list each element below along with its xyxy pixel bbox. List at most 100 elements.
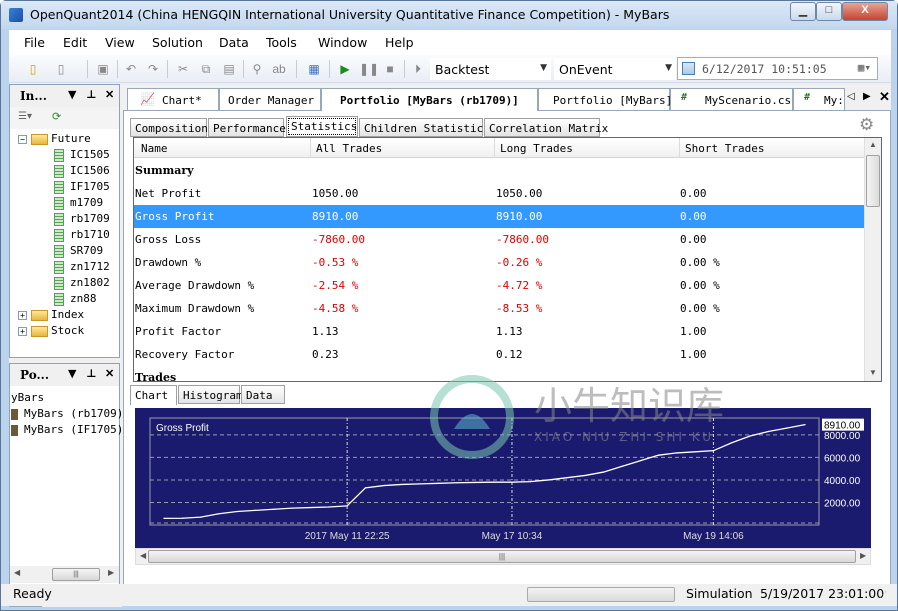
gross-profit-chart[interactable]: 2000.00 4000.00 6000.00 8000.00 2017 May 11 … bbox=[135, 408, 871, 548]
table-row[interactable]: Gross Loss -7860.00 -7860.00 0.00 bbox=[134, 228, 865, 251]
menu-file[interactable]: File bbox=[24, 35, 45, 50]
new-icon[interactable]: ▯ bbox=[25, 61, 41, 77]
resize-grip-icon[interactable]: ⋰ bbox=[879, 590, 887, 599]
tree-node-index[interactable]: + Index bbox=[18, 307, 84, 323]
expand-icon[interactable]: + bbox=[18, 310, 27, 320]
menu-window[interactable]: Window bbox=[318, 35, 367, 50]
datetime-picker[interactable]: 6/12/2017 10:51:05 ▦▾ bbox=[677, 57, 878, 80]
pane-menu-icon[interactable]: ▼ bbox=[68, 367, 76, 380]
grid-vscrollbar[interactable]: ▲ ▼ bbox=[864, 138, 881, 381]
scroll-thumb[interactable]: ||| bbox=[148, 550, 856, 563]
tree-item[interactable]: SR709 bbox=[54, 243, 103, 259]
tree-item[interactable]: IF1705 bbox=[54, 179, 110, 195]
column-header-all-trades[interactable]: All Trades bbox=[316, 142, 382, 155]
pane-close-icon[interactable]: ✕ bbox=[105, 367, 114, 380]
pin-icon[interactable]: ⊥ bbox=[86, 367, 97, 380]
open-icon[interactable]: ▯ bbox=[53, 61, 69, 77]
scroll-left-icon[interactable]: ◀ bbox=[140, 551, 146, 560]
pin-icon[interactable]: ⊥ bbox=[86, 88, 97, 101]
collapse-icon[interactable]: − bbox=[18, 134, 27, 144]
tree-node-stock[interactable]: + Stock bbox=[18, 323, 84, 339]
tab-chart[interactable]: 📈 Chart* bbox=[127, 88, 219, 111]
portfolio-root[interactable]: yBars bbox=[11, 390, 44, 406]
menu-tools[interactable]: Tools bbox=[266, 35, 297, 50]
scroll-tabs-left-icon[interactable]: ◁ bbox=[847, 91, 855, 102]
menu-help[interactable]: Help bbox=[385, 35, 414, 50]
table-row[interactable]: Profit Factor 1.13 1.13 1.00 bbox=[134, 320, 865, 343]
replace-icon[interactable]: ab bbox=[271, 61, 287, 77]
column-divider[interactable] bbox=[310, 138, 311, 158]
column-divider[interactable] bbox=[494, 138, 495, 158]
table-row[interactable]: Recovery Factor 0.23 0.12 1.00 bbox=[134, 343, 865, 366]
redo-icon[interactable]: ↷ bbox=[145, 61, 161, 77]
tree-item[interactable]: m1709 bbox=[54, 195, 103, 211]
find-icon[interactable]: ⚲ bbox=[249, 61, 265, 77]
scroll-thumb[interactable] bbox=[866, 155, 880, 207]
table-row[interactable]: Maximum Drawdown % -4.58 % -8.53 % 0.00 % bbox=[134, 297, 865, 320]
portfolio-item[interactable]: MyBars (rb1709) bbox=[11, 406, 123, 422]
minimize-button[interactable]: ▁ bbox=[790, 2, 816, 21]
tree-item[interactable]: IC1505 bbox=[54, 147, 110, 163]
tab-portfolio-rb1709[interactable]: Portfolio [MyBars (rb1709)] bbox=[321, 88, 538, 111]
play-icon[interactable]: ▶ bbox=[337, 61, 353, 77]
undo-icon[interactable]: ↶ bbox=[123, 61, 139, 77]
expand-icon[interactable]: + bbox=[18, 326, 27, 336]
scroll-right-icon[interactable]: ▶ bbox=[860, 551, 866, 560]
column-divider[interactable] bbox=[679, 138, 680, 158]
subtab-data[interactable]: Data bbox=[241, 385, 285, 404]
column-header-name[interactable]: Name bbox=[141, 142, 168, 155]
tree-node-future[interactable]: − Future bbox=[18, 131, 91, 147]
scroll-left-icon[interactable]: ◀ bbox=[14, 568, 20, 577]
refresh-icon[interactable]: ⟳ bbox=[52, 110, 61, 123]
portfolio-item[interactable]: MyBars (IF1705) bbox=[11, 422, 123, 438]
tree-item[interactable]: IC1506 bbox=[54, 163, 110, 179]
subtab-performance[interactable]: Performance bbox=[208, 118, 286, 137]
subtab-statistics[interactable]: Statistics bbox=[286, 116, 358, 137]
scroll-tabs-right-icon[interactable]: ▶ bbox=[863, 91, 871, 102]
calendar-grid-icon[interactable]: ▦ bbox=[306, 61, 322, 77]
menu-data[interactable]: Data bbox=[219, 35, 249, 50]
pane-close-icon[interactable]: ✕ bbox=[105, 88, 114, 101]
subtab-chart[interactable]: Chart bbox=[130, 385, 177, 405]
tree-item[interactable]: rb1710 bbox=[54, 227, 110, 243]
tab-myscenario[interactable]: # MyScenario.cs bbox=[670, 88, 793, 111]
scroll-down-icon[interactable]: ▼ bbox=[865, 368, 881, 377]
portfolio-hscrollbar[interactable]: ◀ ||| ▶ bbox=[10, 566, 119, 583]
menu-edit[interactable]: Edit bbox=[63, 35, 87, 50]
subtab-children-statistics[interactable]: Children Statistics bbox=[359, 118, 490, 137]
column-header-short-trades[interactable]: Short Trades bbox=[685, 142, 764, 155]
pane-menu-icon[interactable]: ▼ bbox=[68, 88, 76, 101]
scroll-up-icon[interactable]: ▲ bbox=[865, 140, 881, 149]
maximize-button[interactable]: □ bbox=[816, 2, 842, 21]
tab-order-manager[interactable]: Order Manager bbox=[219, 88, 321, 111]
settings-gear-icon[interactable]: ⚙ bbox=[859, 115, 874, 135]
table-row[interactable]: Drawdown % -0.53 % -0.26 % 0.00 % bbox=[134, 251, 865, 274]
tab-portfolio-mybars[interactable]: Portfolio [MyBars] bbox=[538, 88, 672, 111]
tree-item[interactable]: zn1802 bbox=[54, 275, 110, 291]
mode-combo[interactable]: Backtest ▼ bbox=[430, 58, 551, 80]
scroll-thumb[interactable]: ||| bbox=[52, 568, 100, 581]
subtab-histogram[interactable]: Histogram bbox=[178, 385, 243, 404]
tree-item[interactable]: zn1712 bbox=[54, 259, 110, 275]
column-header-long-trades[interactable]: Long Trades bbox=[500, 142, 573, 155]
subtab-composition[interactable]: Composition bbox=[130, 118, 208, 137]
view-options-icon[interactable]: ☰▾ bbox=[18, 111, 32, 122]
menu-solution[interactable]: Solution bbox=[152, 35, 203, 50]
save-icon[interactable]: ▣ bbox=[95, 61, 111, 77]
cut-icon[interactable]: ✂ bbox=[175, 61, 191, 77]
subtab-correlation-matrix[interactable]: Correlation Matrix bbox=[484, 118, 608, 137]
scroll-right-icon[interactable]: ▶ bbox=[108, 568, 114, 577]
close-button[interactable]: X bbox=[842, 2, 888, 21]
table-row[interactable]: Net Profit 1050.00 1050.00 0.00 bbox=[134, 182, 865, 205]
stop-icon[interactable]: ■ bbox=[382, 61, 398, 77]
datetime-checkbox[interactable] bbox=[682, 62, 695, 75]
pause-icon[interactable]: ❚❚ bbox=[359, 61, 379, 77]
close-tab-icon[interactable]: ✕ bbox=[879, 89, 890, 105]
tree-item[interactable]: zn88 bbox=[54, 291, 97, 307]
chart-hscrollbar[interactable]: ◀ ||| ▶ bbox=[135, 548, 871, 565]
step-icon[interactable]: ⏵ bbox=[410, 61, 426, 77]
menu-view[interactable]: View bbox=[105, 35, 135, 50]
paste-icon[interactable]: ▤ bbox=[221, 61, 237, 77]
tab-overflow[interactable]: # My: bbox=[793, 88, 845, 111]
calendar-dropdown-icon[interactable]: ▦▾ bbox=[858, 61, 871, 74]
